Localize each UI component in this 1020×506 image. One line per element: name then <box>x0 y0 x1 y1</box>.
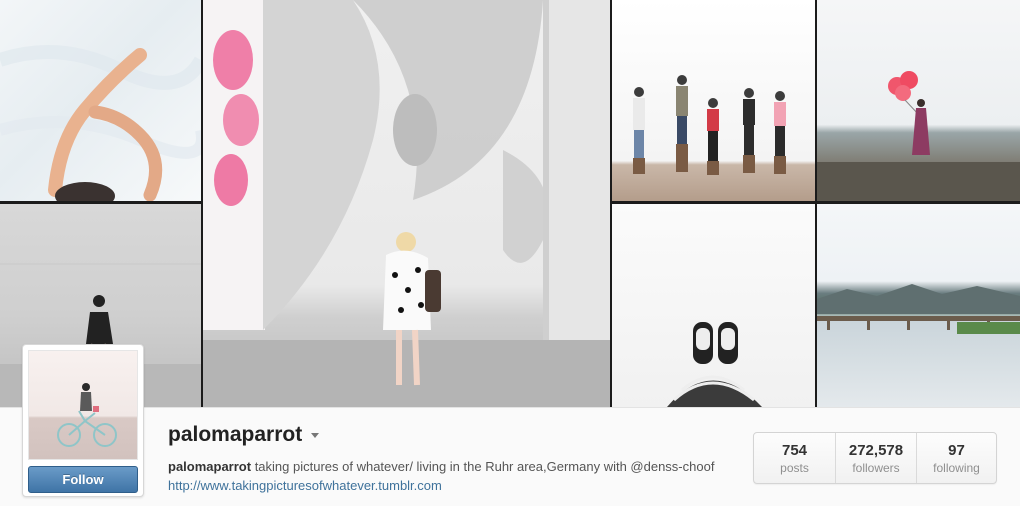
bio-text: taking pictures of whatever/ living in t… <box>251 459 715 474</box>
photo-balloon-woman <box>817 71 1020 201</box>
avatar[interactable] <box>28 350 138 460</box>
photo-tile-7[interactable] <box>817 204 1020 407</box>
photo-mural-woman <box>203 0 610 407</box>
bio: palomaparrot taking pictures of whatever… <box>168 457 728 495</box>
following-label: following <box>933 461 980 475</box>
bio-username[interactable]: palomaparrot <box>168 459 251 474</box>
followers-count: 272,578 <box>848 442 904 459</box>
stats-box: 754 posts 272,578 followers 97 following <box>753 432 997 484</box>
username: palomaparrot <box>168 423 303 446</box>
photo-tile-6[interactable] <box>612 204 815 407</box>
following-count: 97 <box>948 442 965 459</box>
username-row: palomaparrot <box>168 423 320 447</box>
avatar-card: Follow <box>22 344 144 497</box>
stat-followers[interactable]: 272,578 followers <box>835 433 916 483</box>
posts-count: 754 <box>781 442 808 459</box>
avatar-bicycle-photo <box>57 383 117 447</box>
stat-posts[interactable]: 754 posts <box>754 433 835 483</box>
photo-sneakers <box>667 322 762 407</box>
website-link[interactable]: http://www.takingpicturesofwhatever.tumb… <box>168 478 442 493</box>
posts-label: posts <box>780 461 809 475</box>
photo-grid <box>0 0 1020 407</box>
photo-five-women <box>633 75 786 175</box>
followers-label: followers <box>852 461 900 475</box>
photo-tile-5[interactable] <box>817 0 1020 201</box>
photo-lake-pier <box>817 284 1020 334</box>
photo-water-arms <box>0 45 201 201</box>
photo-tile-4[interactable] <box>612 0 815 201</box>
caret-down-icon[interactable] <box>311 432 320 438</box>
follow-button[interactable]: Follow <box>28 466 138 493</box>
stat-following[interactable]: 97 following <box>916 433 996 483</box>
photo-tile-3[interactable] <box>203 0 610 407</box>
photo-tile-1[interactable] <box>0 0 201 201</box>
